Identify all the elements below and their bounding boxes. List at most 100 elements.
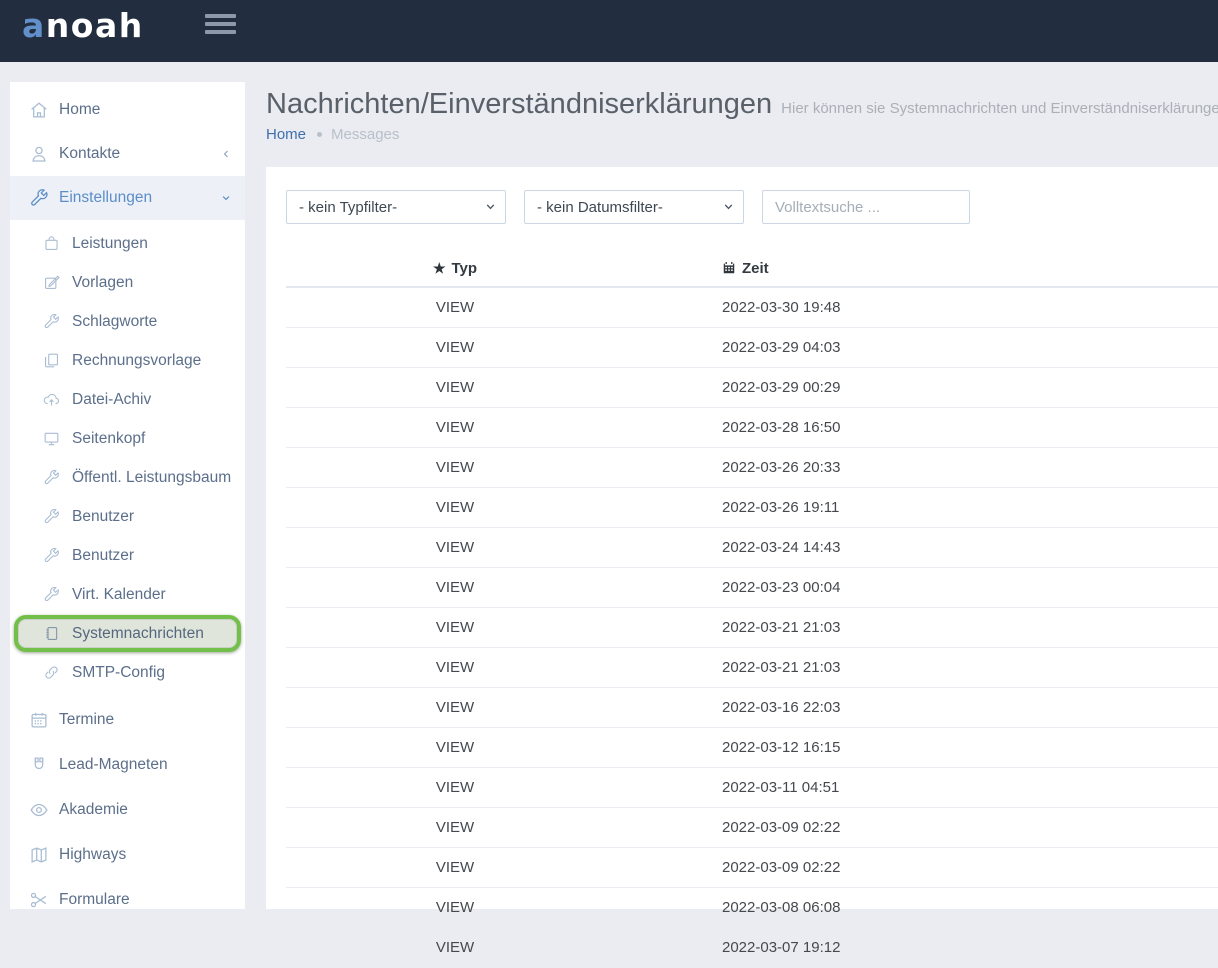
- sidebar-item-formulare[interactable]: Formulare: [10, 877, 245, 922]
- calendar-icon: [28, 709, 50, 731]
- sidebar-item-einstellungen[interactable]: Einstellungen: [10, 176, 245, 220]
- cell-zeit: 2022-03-12 16:15: [624, 728, 1218, 768]
- column-header-zeit[interactable]: Zeit: [624, 250, 1218, 287]
- sidebar-item-lead-magneten[interactable]: Lead-Magneten: [10, 742, 245, 787]
- cell-typ: VIEW: [286, 488, 624, 528]
- sidebar-item-label: Einstellungen: [59, 189, 152, 207]
- map-icon: [28, 844, 50, 866]
- fulltext-search-input[interactable]: [762, 190, 970, 224]
- breadcrumb-separator-dot: [317, 132, 322, 137]
- sidebar-item-label: Akademie: [59, 801, 128, 819]
- cell-typ: VIEW: [286, 608, 624, 648]
- sidebar-item-label: Benutzer: [72, 508, 134, 526]
- sidebar-item-kontakte[interactable]: Kontakte: [10, 132, 245, 176]
- table-row[interactable]: VIEW 2022-03-29 00:29: [286, 368, 1218, 408]
- sidebar-item-benutzer-2[interactable]: Benutzer: [10, 536, 245, 575]
- cell-zeit: 2022-03-23 00:04: [624, 568, 1218, 608]
- sidebar-item-label: Home: [59, 101, 100, 119]
- table-row[interactable]: VIEW 2022-03-09 02:22: [286, 808, 1218, 848]
- sidebar-item-label: Leistungen: [72, 235, 148, 253]
- column-header-typ[interactable]: ★Typ: [286, 250, 624, 287]
- type-filter-select[interactable]: - kein Typfilter-: [286, 190, 506, 224]
- sidebar-item-vorlagen[interactable]: Vorlagen: [10, 263, 245, 302]
- table-row[interactable]: VIEW 2022-03-16 22:03: [286, 688, 1218, 728]
- sidebar-item-highways[interactable]: Highways: [10, 832, 245, 877]
- date-filter-wrap: - kein Datumsfilter-: [524, 190, 744, 224]
- link-icon: [42, 663, 61, 682]
- table-row[interactable]: VIEW 2022-03-07 19:12: [286, 928, 1218, 968]
- sidebar-item-label: Schlagworte: [72, 313, 157, 331]
- hamburger-bar: [205, 14, 236, 18]
- table-row[interactable]: VIEW 2022-03-21 21:03: [286, 608, 1218, 648]
- sidebar-item-label: Termine: [59, 711, 114, 729]
- table-header-row: ★Typ Zeit: [286, 250, 1218, 287]
- sidebar-item-leistungen[interactable]: Leistungen: [10, 224, 245, 263]
- table-row[interactable]: VIEW 2022-03-08 06:08: [286, 888, 1218, 928]
- sidebar-item-oeffentl-leistungsbaum[interactable]: Öffentl. Leistungsbaum: [10, 458, 245, 497]
- star-icon: ★: [433, 260, 446, 276]
- table-row[interactable]: VIEW 2022-03-28 16:50: [286, 408, 1218, 448]
- wrench-icon: [28, 187, 50, 209]
- sidebar-item-label: Systemnachrichten: [72, 625, 204, 643]
- sidebar-item-label: Datei-Achiv: [72, 391, 151, 409]
- cell-typ: VIEW: [286, 688, 624, 728]
- table-row[interactable]: VIEW 2022-03-12 16:15: [286, 728, 1218, 768]
- table-row[interactable]: VIEW 2022-03-26 20:33: [286, 448, 1218, 488]
- cell-typ: VIEW: [286, 848, 624, 888]
- sidebar-item-rechnungsvorlage[interactable]: Rechnungsvorlage: [10, 341, 245, 380]
- table-row[interactable]: VIEW 2022-03-11 04:51: [286, 768, 1218, 808]
- breadcrumb: Home Messages: [266, 124, 399, 144]
- hamburger-bar: [205, 22, 236, 26]
- magnet-icon: [28, 754, 50, 776]
- monitor-icon: [42, 429, 61, 448]
- table-row[interactable]: VIEW 2022-03-21 21:03: [286, 648, 1218, 688]
- sidebar-item-akademie[interactable]: Akademie: [10, 787, 245, 832]
- cell-typ: VIEW: [286, 728, 624, 768]
- sidebar-item-virt-kalender[interactable]: Virt. Kalender: [10, 575, 245, 614]
- wrench-icon: [42, 468, 61, 487]
- sidebar-item-datei-achiv[interactable]: Datei-Achiv: [10, 380, 245, 419]
- calendar-icon: [722, 261, 736, 275]
- sidebar-bottom-group: Termine Lead-Magneten Akademie Highways …: [10, 697, 245, 922]
- cell-typ: VIEW: [286, 408, 624, 448]
- user-icon: [28, 143, 50, 165]
- sidebar-item-seitenkopf[interactable]: Seitenkopf: [10, 419, 245, 458]
- logo-rest: noah: [46, 6, 144, 45]
- cell-typ: VIEW: [286, 287, 624, 328]
- chevron-left-icon: [219, 147, 233, 161]
- cloud-upload-icon: [42, 390, 61, 409]
- breadcrumb-current: Messages: [331, 126, 399, 143]
- page-title-text: Nachrichten/Einverständniserklärungen: [266, 88, 772, 120]
- sidebar: Home Kontakte Einstellungen Leistungen V…: [10, 82, 245, 909]
- table-row[interactable]: VIEW 2022-03-30 19:48: [286, 287, 1218, 328]
- cell-zeit: 2022-03-16 22:03: [624, 688, 1218, 728]
- sidebar-item-systemnachrichten[interactable]: Systemnachrichten: [14, 615, 241, 652]
- cell-typ: VIEW: [286, 768, 624, 808]
- sidebar-item-schlagworte[interactable]: Schlagworte: [10, 302, 245, 341]
- table-row[interactable]: VIEW 2022-03-23 00:04: [286, 568, 1218, 608]
- sidebar-item-label: Highways: [59, 846, 126, 864]
- cell-typ: VIEW: [286, 928, 624, 968]
- cell-zeit: 2022-03-21 21:03: [624, 608, 1218, 648]
- wrench-icon: [42, 585, 61, 604]
- table-row[interactable]: VIEW 2022-03-26 19:11: [286, 488, 1218, 528]
- sidebar-item-termine[interactable]: Termine: [10, 697, 245, 742]
- sidebar-item-label: Benutzer: [72, 547, 134, 565]
- sidebar-item-smtp-config[interactable]: SMTP-Config: [10, 653, 245, 692]
- hamburger-menu-icon[interactable]: [205, 14, 236, 38]
- bag-icon: [42, 234, 61, 253]
- date-filter-select[interactable]: - kein Datumsfilter-: [524, 190, 744, 224]
- anoah-logo[interactable]: anoah: [22, 6, 144, 45]
- table-row[interactable]: VIEW 2022-03-09 02:22: [286, 848, 1218, 888]
- sidebar-item-label: Kontakte: [59, 145, 120, 163]
- table-row[interactable]: VIEW 2022-03-29 04:03: [286, 328, 1218, 368]
- cell-zeit: 2022-03-09 02:22: [624, 808, 1218, 848]
- sidebar-item-home[interactable]: Home: [10, 88, 245, 132]
- breadcrumb-home-link[interactable]: Home: [266, 126, 306, 143]
- pages-icon: [42, 351, 61, 370]
- page-subtitle: Hier können sie Systemnachrichten und Ei…: [781, 100, 1218, 117]
- table-row[interactable]: VIEW 2022-03-24 14:43: [286, 528, 1218, 568]
- sidebar-item-benutzer-1[interactable]: Benutzer: [10, 497, 245, 536]
- eye-icon: [28, 799, 50, 821]
- messages-table: ★Typ Zeit VIEW 2022-03-30 19:48 VIEW 202…: [286, 250, 1218, 968]
